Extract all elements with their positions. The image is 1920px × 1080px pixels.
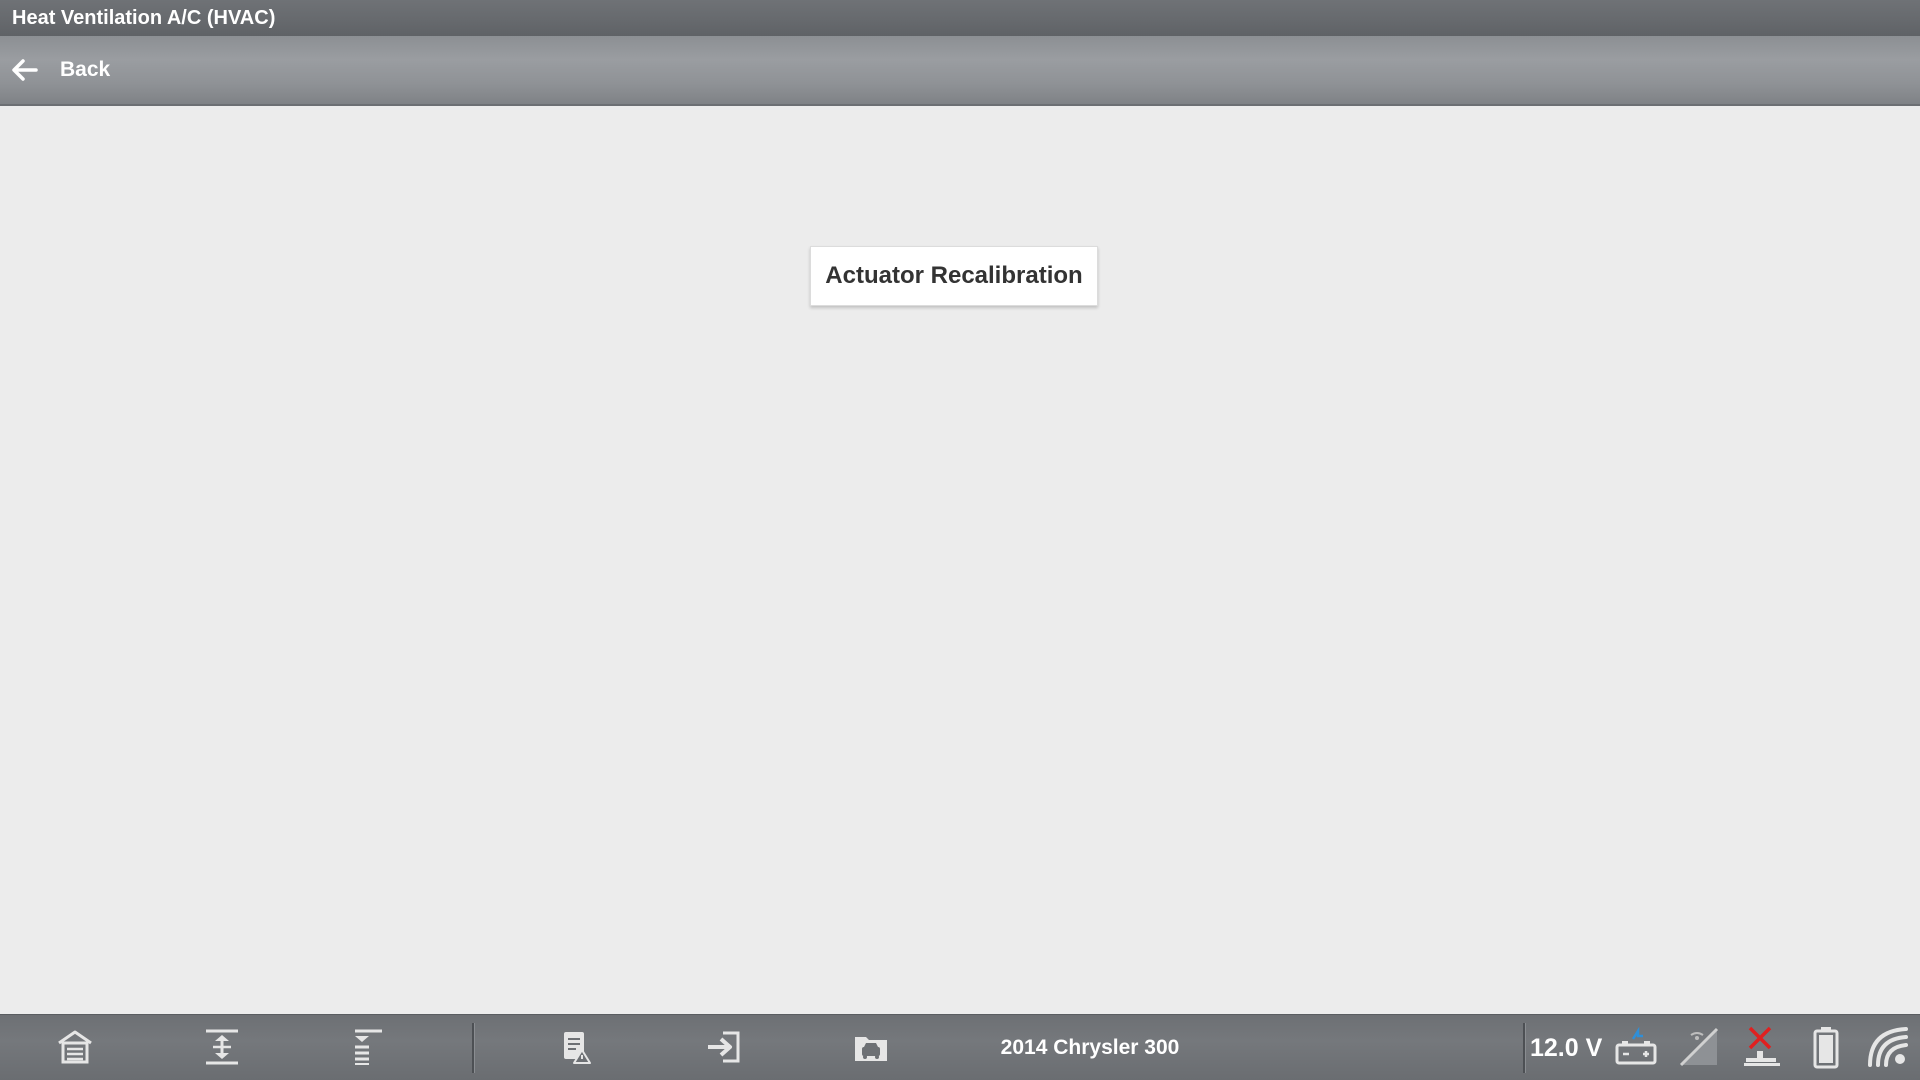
battery-level-icon — [1811, 1025, 1841, 1074]
exit-icon — [705, 1028, 743, 1071]
device-battery-status — [1804, 1025, 1848, 1074]
voltage-readout: 12.0 V — [1530, 1034, 1603, 1062]
vehicle-folder-button[interactable] — [849, 1027, 893, 1071]
title-bar: Heat Ventilation A/C (HVAC) — [0, 0, 1920, 36]
vci-status — [1740, 1025, 1784, 1074]
window-title: Heat Ventilation A/C (HVAC) — [12, 7, 276, 29]
expand-icon — [203, 1028, 241, 1071]
bottom-separator — [1523, 1023, 1526, 1073]
home-icon — [56, 1028, 94, 1071]
report-button[interactable] — [555, 1027, 599, 1071]
top-toolbar: Back — [0, 36, 1920, 106]
vehicle-label: 2014 Chrysler 300 — [1000, 1036, 1180, 1059]
actuator-recalibration-button[interactable]: Actuator Recalibration — [810, 246, 1098, 306]
collapse-button[interactable] — [344, 1027, 388, 1071]
battery-connection-status — [1614, 1026, 1658, 1072]
action-label: Actuator Recalibration — [825, 262, 1083, 289]
back-label: Back — [60, 58, 111, 81]
back-button[interactable]: Back — [10, 48, 130, 92]
arrow-left-icon — [10, 56, 38, 84]
home-button[interactable] — [53, 1027, 97, 1071]
vehicle-folder-icon — [852, 1028, 890, 1071]
report-icon — [558, 1028, 596, 1071]
disconnected-vci-icon — [1740, 1025, 1784, 1074]
main-content: Actuator Recalibration — [0, 106, 1920, 1014]
bottom-bar: 2014 Chrysler 300 12.0 V — [0, 1014, 1920, 1080]
exit-button[interactable] — [702, 1027, 746, 1071]
bottom-separator — [472, 1023, 475, 1073]
expand-button[interactable] — [200, 1027, 244, 1071]
no-signal-icon — [1677, 1025, 1721, 1074]
app-window: Heat Ventilation A/C (HVAC) Back Actuato… — [0, 0, 1920, 1080]
battery-connection-icon — [1614, 1026, 1658, 1072]
wifi-icon — [1866, 1025, 1910, 1074]
signal-status — [1677, 1027, 1721, 1071]
wifi-status — [1866, 1025, 1910, 1074]
collapse-icon — [347, 1028, 385, 1071]
